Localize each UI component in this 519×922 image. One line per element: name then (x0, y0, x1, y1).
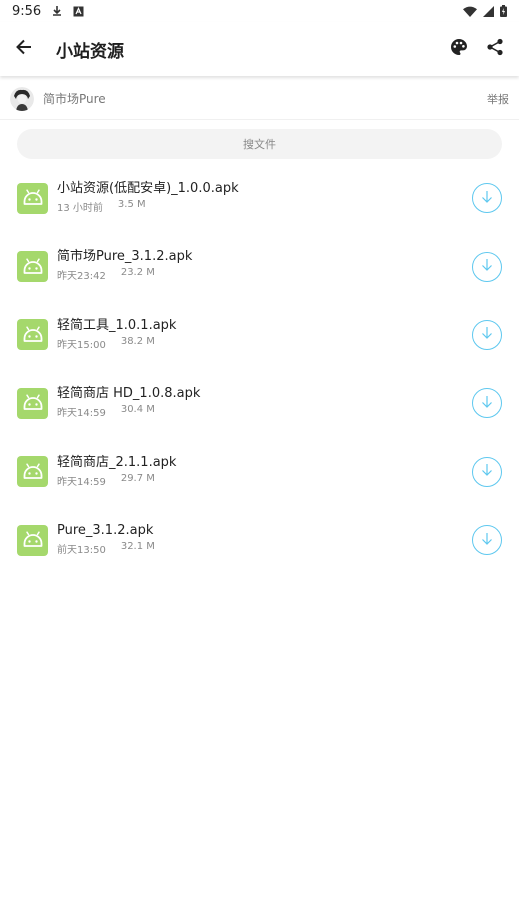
arrow-down-icon (480, 257, 494, 276)
arrow-down-icon (480, 462, 494, 481)
file-name: 轻简工具_1.0.1.apk (57, 317, 177, 333)
list-item[interactable]: Pure_3.1.2.apk 前天13:50 32.1 M (0, 506, 519, 574)
download-button[interactable] (472, 183, 502, 214)
download-button[interactable] (472, 525, 502, 556)
search-placeholder: 搜文件 (243, 138, 276, 151)
file-list: 小站资源(低配安卓)_1.0.0.apk 13 小时前 3.5 M 简市场Pur… (0, 164, 519, 574)
android-apk-icon (17, 251, 48, 283)
app-bar: 小站资源 (0, 22, 519, 76)
share-button[interactable] (479, 33, 511, 65)
share-icon (486, 38, 504, 60)
android-apk-icon (17, 319, 48, 351)
list-item[interactable]: 简市场Pure_3.1.2.apk 昨天23:42 23.2 M (0, 232, 519, 300)
arrow-down-icon (480, 189, 494, 208)
download-button[interactable] (472, 388, 502, 419)
arrow-down-icon (480, 394, 494, 413)
android-apk-icon (17, 524, 48, 556)
notification-a-icon (73, 6, 84, 17)
file-time: 昨天14:59 (57, 476, 106, 488)
list-item[interactable]: 轻简工具_1.0.1.apk 昨天15:00 38.2 M (0, 301, 519, 369)
back-button[interactable] (0, 25, 48, 73)
report-link[interactable]: 举报 (487, 91, 509, 107)
battery-icon (500, 5, 507, 17)
file-time: 前天13:50 (57, 544, 106, 556)
file-name: 轻简商店_2.1.1.apk (57, 454, 177, 470)
android-apk-icon (17, 182, 48, 214)
download-button[interactable] (472, 319, 502, 350)
file-name: Pure_3.1.2.apk (57, 522, 154, 538)
list-item[interactable]: 轻简商店 HD_1.0.8.apk 昨天14:59 30.4 M (0, 369, 519, 437)
file-time: 昨天23:42 (57, 271, 106, 283)
arrow-down-icon (480, 531, 494, 550)
list-item[interactable]: 轻简商店_2.1.1.apk 昨天14:59 29.7 M (0, 438, 519, 506)
android-apk-icon (17, 456, 48, 488)
file-size: 30.4 M (120, 404, 155, 416)
file-size: 32.1 M (120, 540, 155, 552)
file-size: 3.5 M (117, 199, 146, 210)
owner-row: 简市场Pure 举报 (0, 78, 519, 120)
file-time: 13 小时前 (57, 203, 103, 214)
file-name: 轻简商店 HD_1.0.8.apk (57, 386, 201, 402)
file-size: 38.2 M (120, 335, 155, 347)
arrow-down-icon (480, 325, 494, 344)
palette-icon (450, 38, 468, 60)
list-item[interactable]: 小站资源(低配安卓)_1.0.0.apk 13 小时前 3.5 M (0, 164, 519, 232)
download-icon (51, 5, 63, 17)
file-name: 小站资源(低配安卓)_1.0.0.apk (57, 181, 239, 196)
file-name: 简市场Pure_3.1.2.apk (57, 249, 193, 265)
file-time: 昨天15:00 (57, 339, 106, 351)
download-button[interactable] (472, 251, 502, 282)
theme-button[interactable] (443, 33, 475, 65)
page-title: 小站资源 (56, 41, 124, 62)
file-time: 昨天14:59 (57, 408, 106, 420)
download-button[interactable] (472, 456, 502, 487)
signal-icon (483, 5, 494, 17)
avatar[interactable] (10, 86, 34, 111)
wifi-icon (463, 6, 477, 17)
file-size: 23.2 M (120, 267, 155, 279)
android-apk-icon (17, 387, 48, 419)
status-bar: 9:56 (0, 0, 519, 22)
search-input[interactable]: 搜文件 (17, 129, 502, 159)
file-size: 29.7 M (120, 472, 155, 484)
status-time: 9:56 (12, 3, 42, 19)
back-arrow-icon (15, 38, 33, 60)
owner-name[interactable]: 简市场Pure (43, 90, 106, 107)
